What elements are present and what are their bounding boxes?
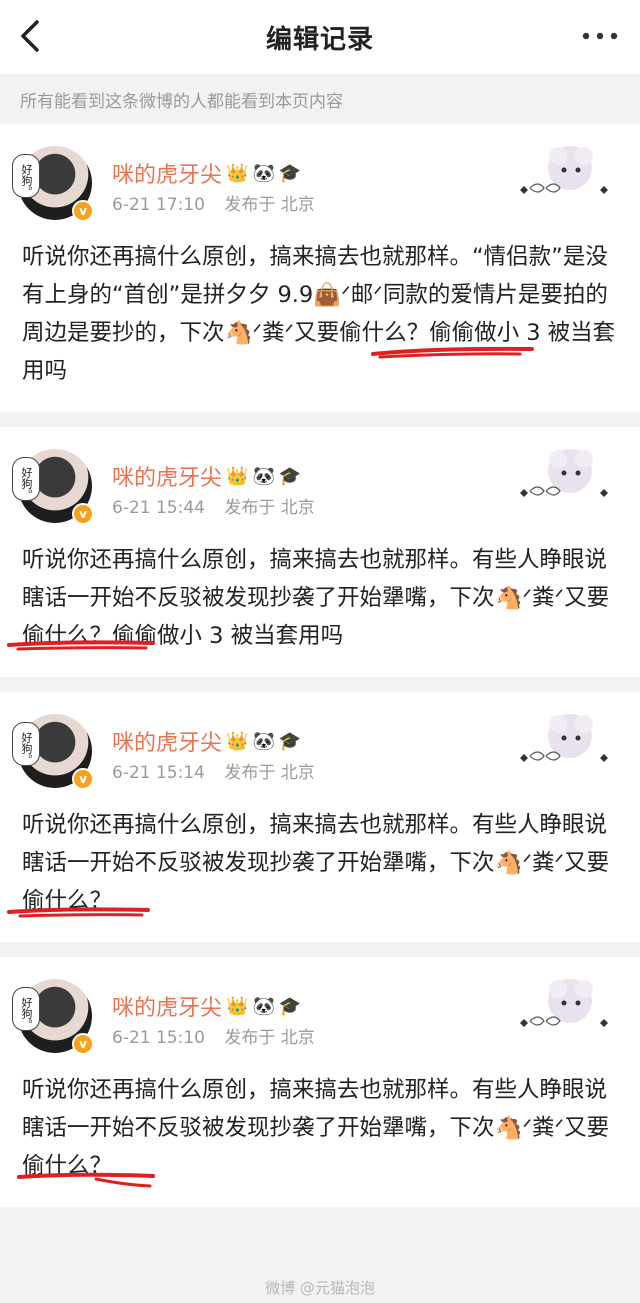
graduation-cap-icon: 🎓 [278, 465, 302, 487]
username-row[interactable]: 咪的虎牙尖 👑 🐼 🎓 [112, 157, 301, 189]
avatar[interactable]: 好狗。 v [12, 979, 94, 1055]
post-text: 听说你还再搞什么原创，搞来搞去也就那样。有些人睁眼说瞎话一开始不反驳被发现抄袭了… [22, 1077, 610, 1179]
avatar-bubble: 好狗。 [12, 457, 40, 501]
decoration-sticker-icon [520, 714, 608, 762]
crown-icon: 👑 [226, 162, 249, 184]
avatar[interactable]: 好狗。 v [12, 714, 94, 790]
red-underline-mark [7, 907, 150, 918]
crown-icon: 👑 [226, 995, 249, 1017]
post-text: 听说你还再搞什么原创，搞来搞去也就那样。有些人睁眼说瞎话一开始不反驳被发现抄袭了… [22, 812, 610, 914]
edit-record-card: 好狗。 v 咪的虎牙尖 👑 🐼 🎓 6-21 17:10 发布于 北京 听说你还… [0, 124, 640, 412]
post-meta: 6-21 17:10 发布于 北京 [112, 190, 315, 215]
decoration-sticker-icon [520, 979, 608, 1027]
post-source: 发布于 北京 [224, 763, 315, 783]
graduation-cap-icon: 🎓 [278, 730, 302, 752]
back-button[interactable] [10, 16, 50, 56]
post-meta: 6-21 15:44 发布于 北京 [112, 493, 315, 518]
crown-icon: 👑 [226, 465, 249, 487]
graduation-cap-icon: 🎓 [278, 162, 302, 184]
verified-icon: v [72, 503, 94, 525]
post-source: 发布于 北京 [224, 195, 315, 215]
panda-icon: 🐼 [252, 730, 275, 752]
avatar-bubble: 好狗。 [12, 722, 40, 766]
panda-icon: 🐼 [252, 162, 275, 184]
username[interactable]: 咪的虎牙尖 [112, 157, 222, 189]
avatar[interactable]: 好狗。 v [12, 146, 94, 222]
username-row[interactable]: 咪的虎牙尖 👑 🐼 🎓 [112, 725, 301, 757]
username[interactable]: 咪的虎牙尖 [112, 725, 222, 757]
red-underline-mark [7, 640, 155, 651]
post-source: 发布于 北京 [224, 1028, 315, 1048]
username[interactable]: 咪的虎牙尖 [112, 990, 222, 1022]
post-time: 6-21 15:10 [112, 1028, 205, 1048]
edit-record-card: 好狗。 v 咪的虎牙尖 👑 🐼 🎓 6-21 15:44 发布于 北京 听说你还… [0, 427, 640, 677]
post-time: 6-21 15:14 [112, 763, 205, 783]
edit-record-card: 好狗。 v 咪的虎牙尖 👑 🐼 🎓 6-21 15:10 发布于 北京 听说你还… [0, 957, 640, 1207]
avatar-bubble: 好狗。 [12, 987, 40, 1031]
username-row[interactable]: 咪的虎牙尖 👑 🐼 🎓 [112, 990, 301, 1022]
username-row[interactable]: 咪的虎牙尖 👑 🐼 🎓 [112, 460, 301, 492]
graduation-cap-icon: 🎓 [278, 995, 302, 1017]
post-text: 听说你还再搞什么原创，搞来搞去也就那样。“情侣款”是没有上身的“首创”是拼夕夕 … [22, 244, 616, 384]
post-time: 6-21 17:10 [112, 195, 205, 215]
decoration-sticker-icon [520, 449, 608, 497]
verified-icon: v [72, 200, 94, 222]
more-dots-icon [582, 32, 618, 40]
edit-record-card: 好狗。 v 咪的虎牙尖 👑 🐼 🎓 6-21 15:14 发布于 北京 听说你还… [0, 692, 640, 942]
post-time: 6-21 15:44 [112, 498, 205, 518]
avatar[interactable]: 好狗。 v [12, 449, 94, 525]
verified-icon: v [72, 1033, 94, 1055]
panda-icon: 🐼 [252, 465, 275, 487]
page-title: 编辑记录 [265, 24, 374, 55]
crown-icon: 👑 [226, 730, 249, 752]
red-underline-mark [17, 1172, 155, 1188]
top-nav-bar: 编辑记录 [0, 0, 640, 74]
post-meta: 6-21 15:14 发布于 北京 [112, 758, 315, 783]
chevron-left-icon [21, 20, 39, 52]
panda-icon: 🐼 [252, 995, 275, 1017]
decoration-sticker-icon [520, 146, 608, 194]
visibility-notice: 所有能看到这条微博的人都能看到本页内容 [0, 74, 640, 124]
red-underline-mark [371, 346, 534, 359]
post-meta: 6-21 15:10 发布于 北京 [112, 1023, 315, 1048]
post-source: 发布于 北京 [224, 498, 315, 518]
verified-icon: v [72, 768, 94, 790]
avatar-bubble: 好狗。 [12, 154, 40, 198]
watermark: 微博 @元猫泡泡 [265, 1278, 375, 1297]
username[interactable]: 咪的虎牙尖 [112, 460, 222, 492]
more-button[interactable] [580, 22, 620, 50]
